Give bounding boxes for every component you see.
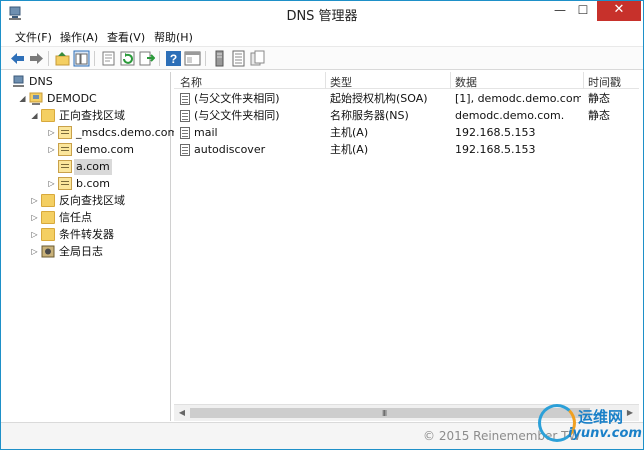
help-icon[interactable]: ? [165, 50, 182, 67]
menu-bar: 文件(F) 操作(A) 查看(V) 帮助(H) [1, 26, 643, 46]
tree-item-label: DNS [29, 75, 53, 88]
cell-name: autodiscover [194, 143, 266, 156]
folder-icon [41, 211, 55, 224]
cell-data: [1], demodc.demo.com.... [455, 92, 581, 105]
tree-item-label: 正向查找区域 [59, 109, 125, 122]
cell-data: 192.168.5.153 [455, 126, 536, 139]
table-row[interactable]: (与父文件夹相同) 名称服务器(NS) demodc.demo.com. 静态 [174, 107, 639, 124]
maximize-button[interactable]: ☐ [572, 1, 594, 21]
new-record-icon[interactable] [249, 50, 266, 67]
cell-type: 起始授权机构(SOA) [330, 92, 428, 105]
minimize-button[interactable]: — [549, 1, 571, 21]
tree-expander[interactable]: ▷ [30, 193, 39, 209]
tree-item-label: b.com [76, 177, 110, 190]
event-log-icon [41, 245, 55, 258]
cell-type: 名称服务器(NS) [330, 109, 409, 122]
list-header: 名称 类型 数据 时间戳 [174, 72, 639, 89]
tree-expander[interactable]: ▷ [47, 176, 56, 192]
export-list-icon[interactable] [138, 50, 155, 67]
forward-arrow-icon[interactable] [28, 50, 45, 67]
tree-expander[interactable]: ▷ [47, 125, 56, 141]
show-hide-tree-icon[interactable] [73, 50, 90, 67]
dns-record-icon [180, 93, 190, 105]
dns-record-icon [180, 127, 190, 139]
toolbar: ? [1, 46, 643, 70]
zone-icon [58, 143, 72, 156]
cell-name: (与父文件夹相同) [194, 109, 280, 122]
scroll-left-icon[interactable]: ◀ [176, 408, 188, 417]
toolbar-separator [205, 51, 206, 66]
folder-icon [41, 194, 55, 207]
site-logo: 运维网 iyunv.com [538, 404, 642, 448]
svg-text:?: ? [170, 52, 177, 66]
menu-action[interactable]: 操作(A) [60, 29, 98, 45]
tree-expander[interactable]: ◢ [18, 91, 27, 107]
dns-record-icon [180, 144, 190, 156]
tree-expander[interactable]: ▷ [47, 142, 56, 158]
server-icon[interactable] [211, 50, 228, 67]
up-folder-icon[interactable] [54, 50, 71, 67]
tree-item-label: 条件转发器 [59, 228, 114, 241]
table-row[interactable]: autodiscover 主机(A) 192.168.5.153 [174, 141, 639, 158]
dns-record-icon [180, 110, 190, 122]
zone-icon [58, 126, 72, 139]
column-header-name[interactable]: 名称 [180, 74, 202, 90]
tree-item-label: 反向查找区域 [59, 194, 125, 207]
scrollbar-grip: III [382, 409, 387, 418]
cell-data: demodc.demo.com. [455, 109, 565, 122]
scrollbar-thumb[interactable]: III [190, 408, 590, 418]
column-header-timestamp[interactable]: 时间戳 [588, 74, 621, 90]
tree-expander[interactable]: ◢ [30, 108, 39, 124]
window-title: DNS 管理器 [286, 9, 358, 24]
console-tree-icon[interactable] [184, 50, 201, 67]
cell-data: 192.168.5.153 [455, 143, 536, 156]
cell-timestamp: 静态 [588, 109, 610, 122]
back-arrow-icon[interactable] [9, 50, 26, 67]
title-bar[interactable]: DNS 管理器 — ☐ ✕ [1, 1, 643, 26]
column-divider[interactable] [325, 72, 326, 89]
records-list: 名称 类型 数据 时间戳 (与父文件夹相同) 起始授权机构(SOA) [1], … [174, 72, 639, 421]
records-icon[interactable] [230, 50, 247, 67]
tree-item-label: DEMODC [47, 92, 97, 105]
properties-icon[interactable] [100, 50, 117, 67]
logo-text-cn: 运维网 [578, 408, 624, 426]
table-row[interactable]: (与父文件夹相同) 起始授权机构(SOA) [1], demodc.demo.c… [174, 90, 639, 107]
server-icon [29, 92, 43, 105]
folder-icon [41, 228, 55, 241]
tree-item-label: demo.com [76, 143, 134, 156]
dns-server-icon [13, 75, 24, 87]
menu-file[interactable]: 文件(F) [15, 29, 52, 45]
menu-help[interactable]: 帮助(H) [154, 29, 193, 45]
cell-type: 主机(A) [330, 143, 369, 156]
column-divider[interactable] [450, 72, 451, 89]
logo-text-en: iyunv.com [568, 426, 642, 441]
tree-expander[interactable]: ▷ [30, 210, 39, 226]
dns-manager-window: DNS 管理器 — ☐ ✕ 文件(F) 操作(A) 查看(V) 帮助(H) ? [0, 0, 644, 450]
cell-name: mail [194, 126, 218, 139]
tree-expander[interactable]: ▷ [30, 227, 39, 243]
cell-name: (与父文件夹相同) [194, 92, 280, 105]
close-button[interactable]: ✕ [597, 1, 641, 21]
tree-item-label: 信任点 [59, 211, 92, 224]
refresh-icon[interactable] [119, 50, 136, 67]
console-tree: DNS ◢ DEMODC ◢ 正向查找区域 ▷ _msdcs.demo.com … [6, 72, 178, 421]
cell-timestamp: 静态 [588, 92, 610, 105]
menu-view[interactable]: 查看(V) [107, 29, 145, 45]
zone-icon [58, 177, 72, 190]
tree-item-label: 全局日志 [59, 245, 103, 258]
tree-item-label: a.com [74, 159, 112, 175]
toolbar-separator [159, 51, 160, 66]
folder-icon [41, 109, 55, 122]
column-divider[interactable] [583, 72, 584, 89]
tree-item-label: _msdcs.demo.com [76, 126, 179, 139]
table-row[interactable]: mail 主机(A) 192.168.5.153 [174, 124, 639, 141]
cell-type: 主机(A) [330, 126, 369, 139]
column-header-type[interactable]: 类型 [330, 74, 352, 90]
zone-icon [58, 160, 72, 173]
toolbar-separator [94, 51, 95, 66]
tree-expander[interactable]: ▷ [30, 244, 39, 260]
toolbar-separator [48, 51, 49, 66]
column-header-data[interactable]: 数据 [455, 74, 477, 90]
